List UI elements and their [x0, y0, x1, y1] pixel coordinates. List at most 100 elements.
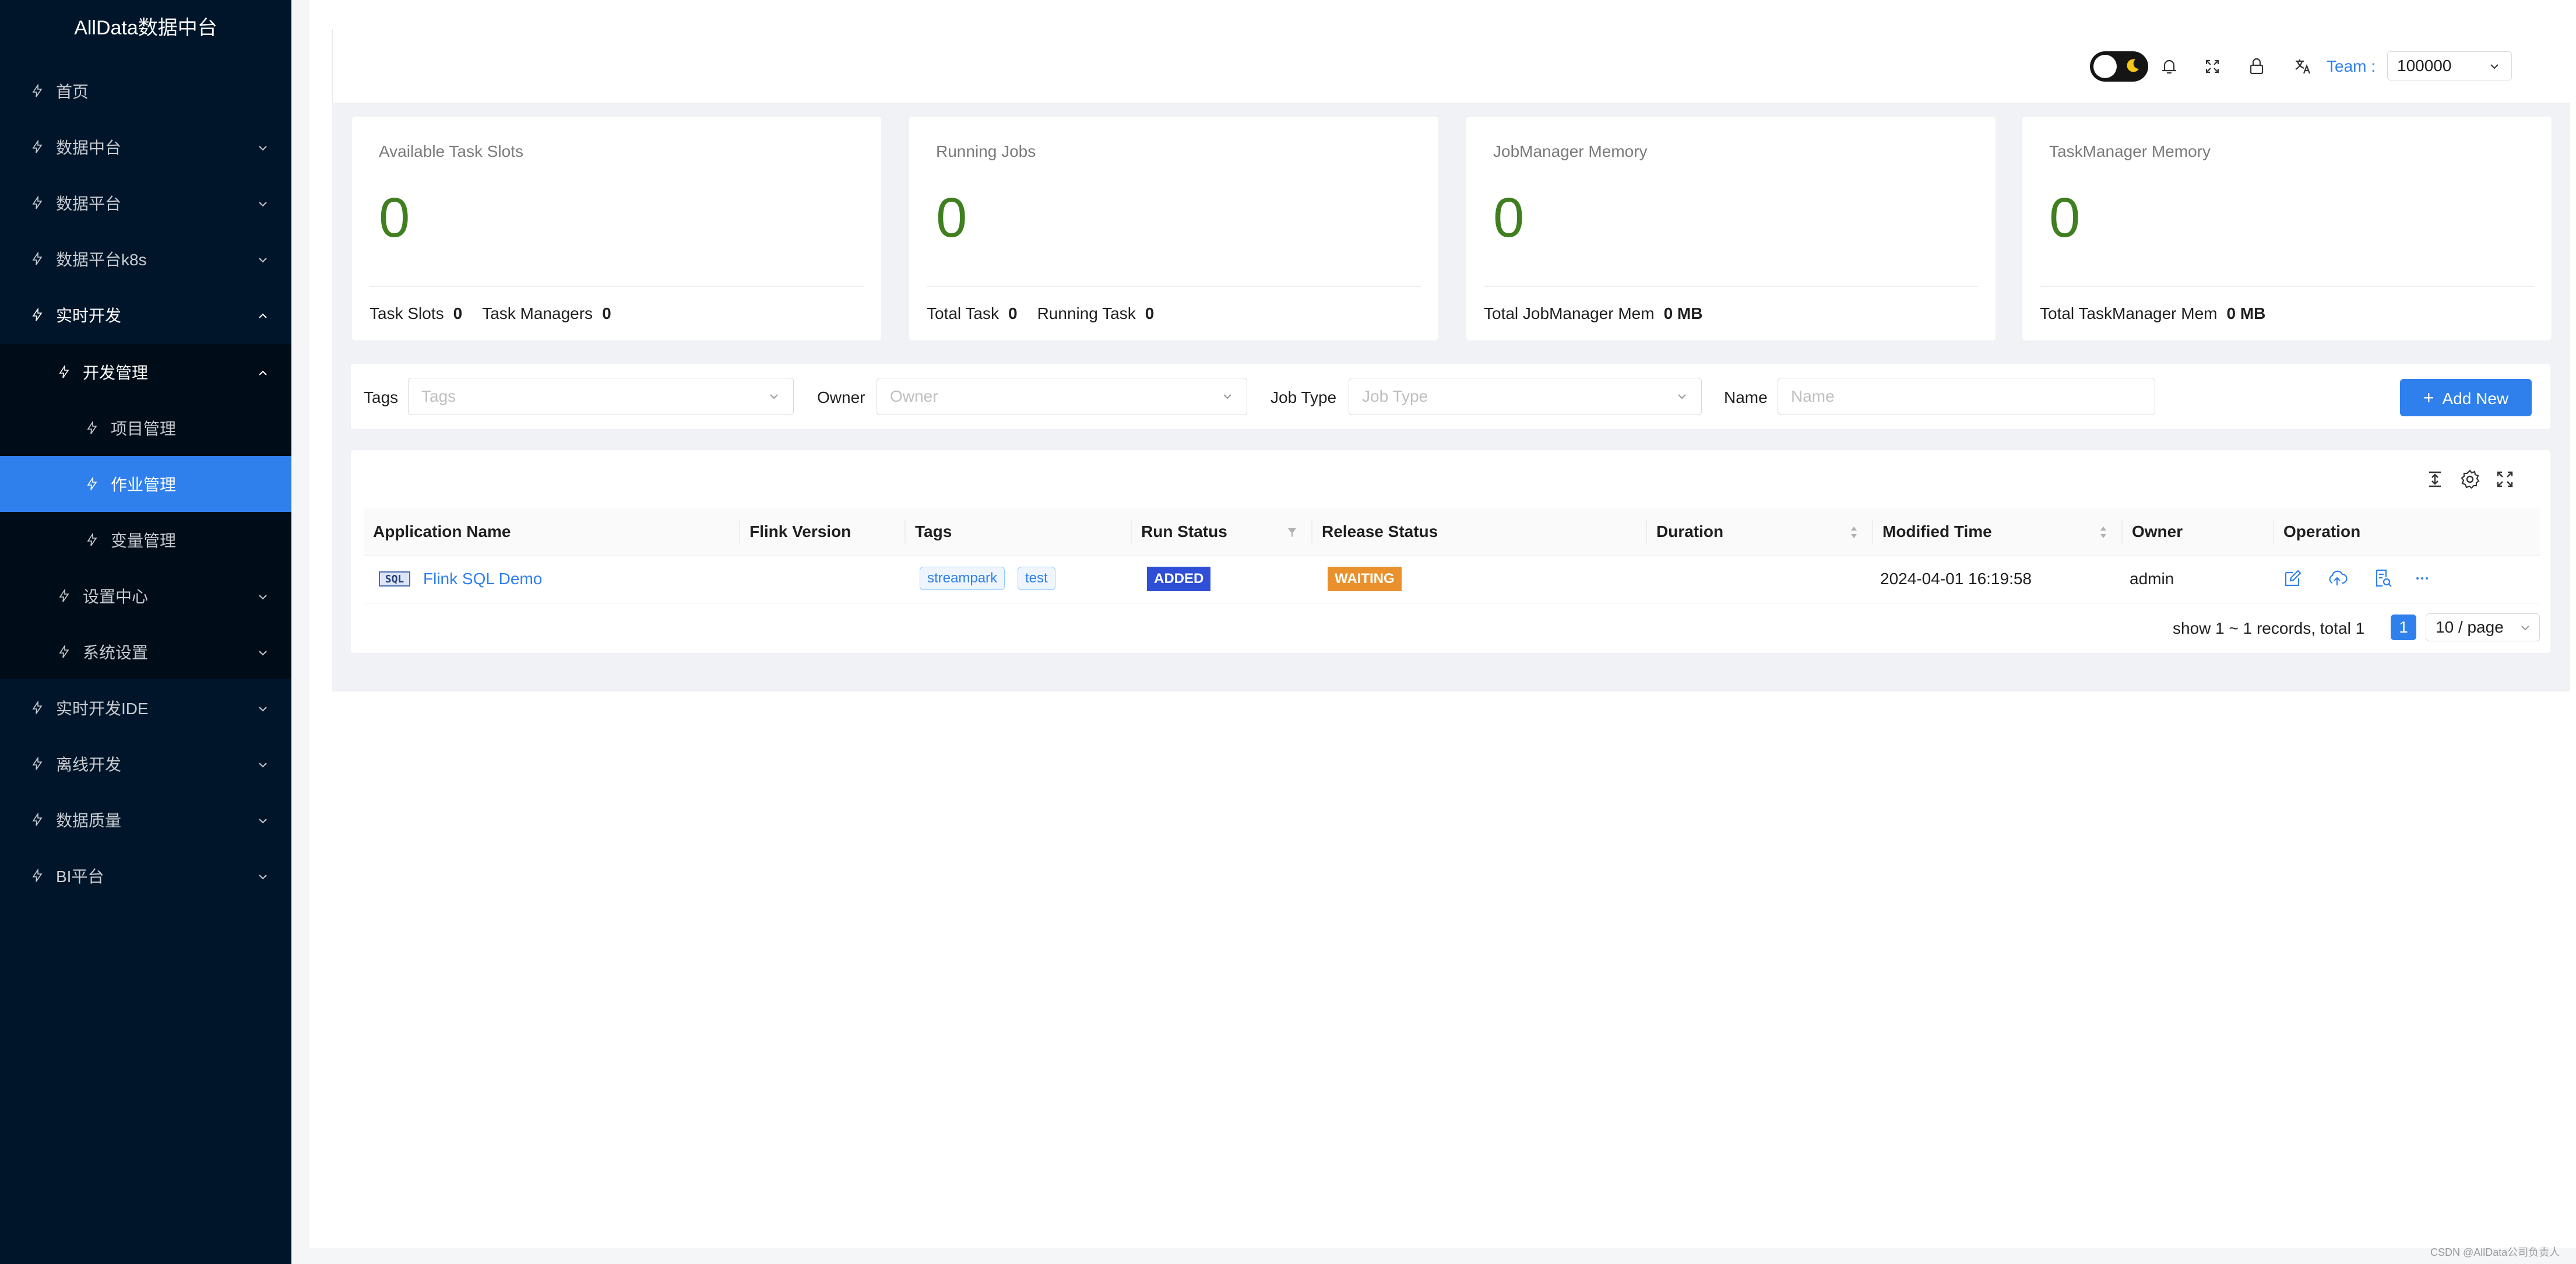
sidebar-item-label: 项目管理: [111, 420, 177, 438]
chevron-down-icon: [1678, 394, 1686, 399]
bolt-icon: [29, 700, 45, 716]
stat-foot-label: Running Task: [1037, 304, 1136, 322]
stat-value: 0: [1493, 187, 1525, 249]
sidebar-item-label: 变量管理: [111, 532, 177, 550]
sidebar-item-label: 首页: [56, 83, 89, 101]
bolt-icon: [84, 532, 100, 548]
fullscreen-icon[interactable]: [2202, 56, 2223, 77]
bolt-icon: [84, 420, 100, 436]
application-name-link[interactable]: Flink SQL Demo: [423, 555, 542, 603]
sidebar-item-label: 实时开发: [56, 307, 122, 325]
col-duration: Duration: [1646, 520, 1872, 543]
owner-label: Owner: [817, 388, 865, 406]
sidebar-item-settings-center[interactable]: 设置中心: [0, 568, 291, 624]
col-tags: Tags: [905, 520, 1131, 543]
sidebar-item-bi-platform[interactable]: BI平台: [0, 848, 291, 904]
sort-icon[interactable]: [2098, 525, 2109, 540]
sidebar-item-variable-management[interactable]: 变量管理: [0, 512, 291, 568]
chevron-down-icon: [256, 645, 269, 658]
stat-foot-value: 0: [602, 304, 611, 322]
sidebar-item-data-platform[interactable]: 数据平台: [0, 175, 291, 231]
filter-icon[interactable]: [1287, 525, 1297, 540]
theme-toggle[interactable]: [2090, 51, 2148, 82]
col-run-status: Run Status: [1131, 520, 1311, 543]
tags-placeholder: Tags: [421, 387, 456, 405]
app-title: AllData数据中台: [74, 17, 217, 39]
stat-foot-label: Task Managers: [482, 304, 593, 322]
add-new-label: Add New: [2442, 389, 2509, 408]
stat-foot-value: 0: [453, 304, 463, 322]
sidebar-item-system-settings[interactable]: 系统设置: [0, 624, 291, 680]
stat-foot-value: 0 MB: [2226, 304, 2266, 322]
header-bar: [332, 29, 2571, 103]
stat-card-task-slots: Available Task Slots 0 Task Slots 0 Task M…: [352, 117, 881, 340]
add-new-button[interactable]: + Add New: [2400, 379, 2532, 416]
chevron-down-icon: [256, 757, 269, 770]
sidebar-item-dev-management[interactable]: 开发管理: [0, 344, 291, 400]
tags-label: Tags: [364, 388, 399, 406]
team-label: Team :: [2327, 57, 2376, 75]
translate-icon[interactable]: [2293, 56, 2314, 77]
sidebar-item-project-management[interactable]: 项目管理: [0, 400, 291, 456]
sidebar-item-data-quality[interactable]: 数据质量: [0, 792, 291, 848]
chevron-down-icon: [256, 869, 269, 882]
stat-title: Running Jobs: [936, 142, 1036, 160]
bolt-icon: [29, 195, 45, 211]
lock-icon[interactable]: [2246, 56, 2267, 77]
sort-icon[interactable]: [1849, 525, 1859, 540]
sidebar-item-label: 数据平台: [56, 195, 122, 213]
owner-select[interactable]: Owner: [877, 378, 1247, 415]
bell-icon[interactable]: [2159, 56, 2180, 77]
tags-select[interactable]: Tags: [408, 378, 794, 415]
details-icon[interactable]: [2371, 567, 2394, 590]
stat-value: 0: [936, 187, 967, 249]
page-size-select[interactable]: 10 / page: [2426, 613, 2540, 641]
bolt-icon: [29, 83, 45, 99]
fullscreen-icon[interactable]: [2493, 468, 2517, 491]
toggle-knob: [2093, 55, 2117, 78]
chevron-up-icon: [256, 365, 269, 378]
sidebar-item-label: 实时开发IDE: [56, 700, 149, 718]
settings-icon[interactable]: [2458, 468, 2482, 491]
stat-footer: Total JobManager Mem 0 MB: [1484, 304, 1722, 323]
sidebar-item-label: 开发管理: [83, 364, 149, 382]
stat-value: 0: [379, 187, 410, 249]
col-modified-time: Modified Time: [1872, 520, 2121, 543]
chevron-down-icon: [256, 140, 269, 153]
sidebar-item-realtime-ide[interactable]: 实时开发IDE: [0, 680, 291, 736]
sidebar-item-label: 数据中台: [56, 139, 122, 157]
sidebar-item-job-management[interactable]: 作业管理: [0, 456, 291, 512]
job-type-select[interactable]: Job Type: [1349, 378, 1702, 415]
stat-footer: Total TaskManager Mem 0 MB: [2040, 304, 2285, 323]
sidebar-item-data-center[interactable]: 数据中台: [0, 119, 291, 175]
upload-cloud-icon[interactable]: [2325, 567, 2349, 590]
watermark: CSDN @AllData公司负责人: [2430, 1247, 2560, 1258]
bolt-icon: [29, 251, 45, 267]
job-type-label: Job Type: [1271, 388, 1337, 406]
sidebar-item-home[interactable]: 首页: [0, 63, 291, 119]
stat-value: 0: [2049, 187, 2081, 249]
run-status-badge: ADDED: [1147, 567, 1211, 591]
sidebar-item-realtime-dev[interactable]: 实时开发: [0, 287, 291, 343]
page-size-value: 10 / page: [2436, 618, 2504, 636]
sidebar-item-offline-dev[interactable]: 离线开发: [0, 736, 291, 792]
edit-icon[interactable]: [2281, 567, 2304, 590]
column-height-icon[interactable]: [2423, 468, 2447, 491]
pagination-page-1[interactable]: 1: [2391, 615, 2416, 640]
team-select[interactable]: 100000: [2387, 51, 2512, 80]
sidebar-item-data-platform-k8s[interactable]: 数据平台k8s: [0, 231, 291, 287]
more-icon[interactable]: [2410, 567, 2434, 590]
chevron-down-icon: [256, 813, 269, 826]
stat-footer: Task Slots 0 Task Managers 0: [369, 304, 631, 323]
tag-test: test: [1018, 567, 1055, 590]
team-select-value: 100000: [2397, 57, 2452, 75]
chevron-down-icon: [256, 701, 269, 714]
table-header: Application Name Flink Version Tags Run …: [364, 508, 2540, 556]
name-input[interactable]: Name: [1778, 378, 2155, 415]
sidebar-item-label: 离线开发: [56, 756, 122, 774]
col-operation: Operation: [2273, 520, 2540, 543]
bolt-icon: [56, 644, 72, 660]
stat-foot-value: 0: [1145, 304, 1155, 322]
sidebar-item-label: BI平台: [56, 868, 104, 886]
chevron-down-icon: [256, 252, 269, 265]
